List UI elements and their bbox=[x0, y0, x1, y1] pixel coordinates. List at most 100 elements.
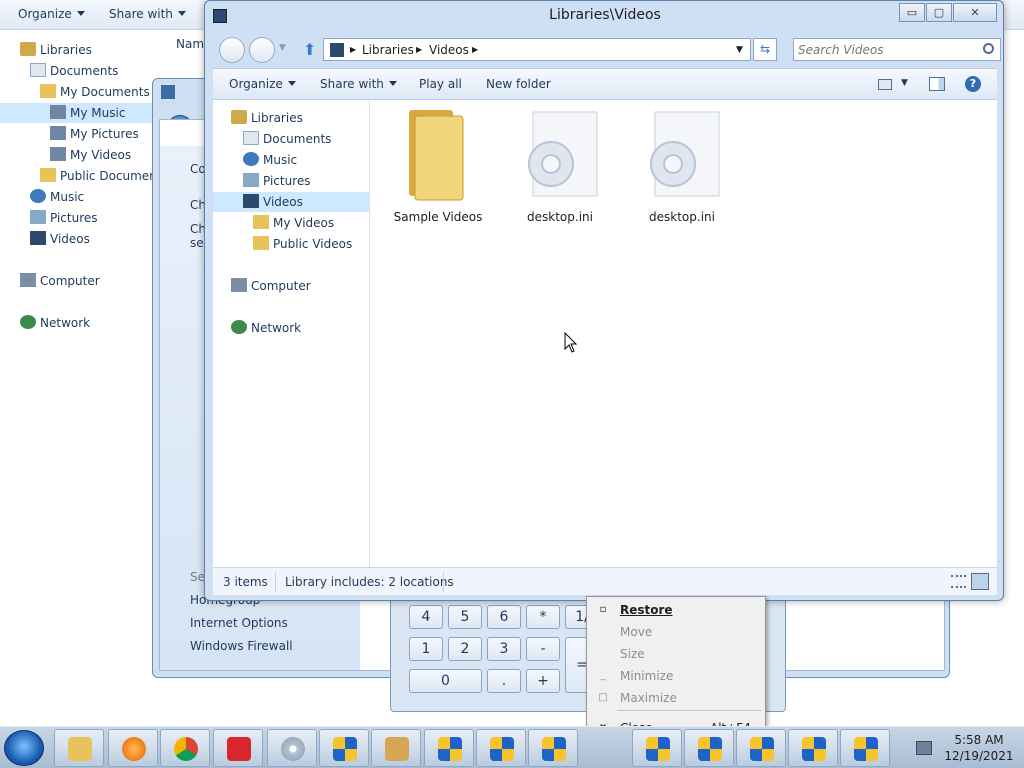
bg-nav-pictures[interactable]: Pictures bbox=[30, 208, 98, 228]
cp-link-internet-options[interactable]: Internet Options bbox=[190, 616, 288, 630]
search-icon[interactable] bbox=[983, 43, 994, 54]
bg-nav-computer[interactable]: Computer bbox=[20, 271, 100, 291]
bg-nav-music[interactable]: Music bbox=[30, 187, 84, 207]
taskbar-shield-app[interactable] bbox=[840, 729, 890, 767]
close-button[interactable]: ✕ bbox=[953, 3, 997, 22]
change-view-icon[interactable] bbox=[878, 79, 892, 90]
nav-computer[interactable]: Computer bbox=[231, 276, 311, 296]
forward-button[interactable] bbox=[249, 37, 275, 63]
calc-key-multiply[interactable]: * bbox=[526, 605, 560, 629]
taskbar-shield-app[interactable] bbox=[684, 729, 734, 767]
bg-nav-my-pictures[interactable]: My Pictures bbox=[50, 124, 139, 144]
nav-label: Documents bbox=[263, 132, 332, 146]
bg-nav-network[interactable]: Network bbox=[20, 313, 90, 333]
breadcrumb-separator-icon[interactable]: ▶ bbox=[416, 45, 422, 54]
bg-column-header-name[interactable]: Nam bbox=[176, 37, 204, 51]
nav-pictures[interactable]: Pictures bbox=[243, 171, 311, 191]
search-input[interactable] bbox=[798, 41, 976, 58]
calc-key-5[interactable]: 5 bbox=[448, 605, 482, 629]
menu-item-size[interactable]: Size bbox=[587, 643, 765, 665]
nav-documents[interactable]: Documents bbox=[243, 129, 331, 149]
settings-file-icon bbox=[650, 111, 720, 197]
breadcrumb-videos[interactable]: Videos bbox=[429, 43, 469, 57]
search-box[interactable] bbox=[793, 38, 1001, 61]
nav-libraries[interactable]: Libraries bbox=[231, 108, 303, 128]
taskbar-shield-app[interactable] bbox=[632, 729, 682, 767]
breadcrumb-separator-icon[interactable]: ▶ bbox=[350, 45, 356, 54]
calc-key-add[interactable]: + bbox=[526, 669, 560, 693]
menu-item-label: Restore bbox=[620, 603, 673, 617]
refresh-button[interactable]: ⇆ bbox=[753, 38, 777, 61]
bg-share-with-button[interactable]: Share with bbox=[109, 7, 186, 21]
breadcrumb-separator-icon[interactable]: ▶ bbox=[472, 45, 478, 54]
recent-pages-chevron-icon[interactable]: ▼ bbox=[279, 43, 286, 53]
calc-key-subtract[interactable]: - bbox=[526, 637, 560, 661]
taskbar-shield-app[interactable] bbox=[736, 729, 786, 767]
address-dropdown-icon[interactable]: ▼ bbox=[736, 45, 743, 55]
view-options-chevron-icon[interactable]: ▼ bbox=[901, 78, 908, 88]
menu-item-move[interactable]: Move bbox=[587, 621, 765, 643]
maximize-button[interactable]: ▢ bbox=[926, 3, 952, 22]
taskbar-firefox[interactable] bbox=[108, 729, 158, 767]
computer-icon bbox=[20, 273, 36, 287]
bg-nav-documents[interactable]: Documents bbox=[30, 61, 118, 81]
taskbar-calculator[interactable] bbox=[371, 729, 421, 767]
calc-key-decimal[interactable]: . bbox=[487, 669, 521, 693]
large-icons-view-icon[interactable] bbox=[971, 573, 989, 590]
calc-key-1[interactable]: 1 bbox=[409, 637, 443, 661]
file-name: desktop.ini bbox=[649, 210, 715, 224]
organize-button[interactable]: Organize bbox=[229, 77, 296, 91]
bg-nav-libraries[interactable]: Libraries bbox=[20, 40, 92, 60]
bg-nav-my-videos[interactable]: My Videos bbox=[50, 145, 131, 165]
bg-organize-button[interactable]: Organize bbox=[18, 7, 85, 21]
clock-date[interactable]: 12/19/2021 bbox=[944, 749, 1014, 763]
start-button[interactable] bbox=[4, 730, 44, 766]
taskbar-windows-explorer[interactable] bbox=[54, 729, 104, 767]
nav-network[interactable]: Network bbox=[231, 318, 301, 338]
taskbar-shield-app[interactable] bbox=[424, 729, 474, 767]
nav-videos[interactable]: Videos bbox=[213, 192, 369, 212]
bg-nav-videos[interactable]: Videos bbox=[30, 229, 90, 249]
file-item-desktop-ini-1[interactable]: desktop.ini bbox=[505, 106, 615, 230]
cp-link-windows-firewall[interactable]: Windows Firewall bbox=[190, 639, 293, 653]
up-arrow-icon[interactable]: ⬆ bbox=[303, 40, 316, 59]
help-icon[interactable]: ? bbox=[965, 76, 981, 92]
calc-key-0[interactable]: 0 bbox=[409, 669, 482, 693]
taskbar-shield-app[interactable] bbox=[319, 729, 369, 767]
taskbar-shield-app[interactable] bbox=[788, 729, 838, 767]
back-button[interactable] bbox=[219, 37, 245, 63]
calc-key-2[interactable]: 2 bbox=[448, 637, 482, 661]
nav-music[interactable]: Music bbox=[243, 150, 297, 170]
file-name: desktop.ini bbox=[527, 210, 593, 224]
file-item-sample-videos[interactable]: Sample Videos bbox=[383, 106, 493, 230]
details-view-icon[interactable] bbox=[951, 575, 966, 588]
taskbar-dvd[interactable] bbox=[267, 729, 317, 767]
address-bar[interactable]: ▶ Libraries ▶ Videos ▶ ▼ bbox=[323, 38, 751, 61]
bg-nav-my-music[interactable]: My Music bbox=[0, 103, 160, 123]
preview-pane-icon[interactable] bbox=[929, 77, 945, 91]
menu-item-restore[interactable]: ▫ Restore bbox=[587, 599, 765, 621]
calc-key-4[interactable]: 4 bbox=[409, 605, 443, 629]
music-folder-icon bbox=[50, 105, 66, 119]
calc-key-3[interactable]: 3 bbox=[487, 637, 521, 661]
menu-item-maximize[interactable]: □ Maximize bbox=[587, 687, 765, 709]
share-with-button[interactable]: Share with bbox=[320, 77, 397, 91]
minimize-button[interactable]: ▭ bbox=[899, 3, 925, 22]
menu-item-minimize[interactable]: _ Minimize bbox=[587, 665, 765, 687]
bg-nav-my-documents[interactable]: My Documents bbox=[40, 82, 150, 102]
play-all-button[interactable]: Play all bbox=[419, 77, 462, 91]
clock-time[interactable]: 5:58 AM bbox=[944, 733, 1014, 747]
bg-nav-public-documents[interactable]: Public Documents bbox=[40, 166, 168, 186]
taskbar-shield-app[interactable] bbox=[476, 729, 526, 767]
nav-public-videos[interactable]: Public Videos bbox=[253, 234, 352, 254]
taskbar-shield-app[interactable] bbox=[528, 729, 578, 767]
calc-key-6[interactable]: 6 bbox=[487, 605, 521, 629]
network-tray-icon[interactable] bbox=[916, 741, 932, 755]
taskbar-chrome[interactable] bbox=[160, 729, 210, 767]
nav-my-videos[interactable]: My Videos bbox=[253, 213, 334, 233]
file-item-desktop-ini-2[interactable]: desktop.ini bbox=[627, 106, 737, 230]
taskbar-security-app[interactable] bbox=[213, 729, 263, 767]
breadcrumb-libraries[interactable]: Libraries bbox=[362, 43, 414, 57]
shield-icon bbox=[802, 737, 826, 761]
new-folder-button[interactable]: New folder bbox=[486, 77, 551, 91]
